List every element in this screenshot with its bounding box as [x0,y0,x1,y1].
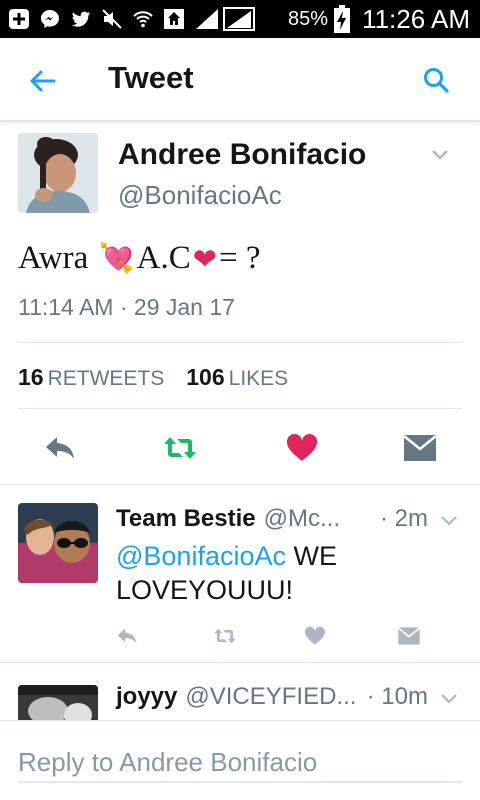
reply-time: · 2m [380,505,428,532]
author-avatar[interactable] [18,133,98,213]
clock: 11:26 AM [362,3,470,34]
retweet-button[interactable] [162,430,198,466]
twitter-icon [70,8,92,30]
tweet-menu-button[interactable] [430,144,450,164]
chevron-down-icon [441,516,457,526]
author-handle[interactable]: @BonifacioAc [118,180,282,211]
back-arrow-icon [30,70,56,92]
reply-like-button[interactable] [302,623,328,649]
reply-composer [0,720,480,800]
reply-dm-button[interactable] [396,623,422,649]
reply-avatar[interactable] [18,503,98,583]
reply-author-handle[interactable]: @VICEYFIED... [185,683,356,711]
status-bar-notification-icons [8,6,256,32]
avatar-image [18,503,98,583]
retweet-label: RETWEETS [47,367,165,390]
reply-time: · 10m [366,683,428,710]
tweet-text-part: A.C [136,240,191,276]
envelope-icon [403,435,437,461]
retweet-count: 16 [18,364,44,390]
status-bar: 85% 11:26 AM [0,0,480,38]
tweet-actions [0,426,480,470]
back-button[interactable] [26,66,58,96]
tweet-timestamp: 11:14 AM · 29 Jan 17 [18,294,235,320]
app-bar: Tweet [0,38,480,122]
add-icon [8,8,30,30]
retweet-icon [214,628,236,644]
tweet-text-part: = ? [219,240,261,276]
mute-icon [101,8,123,30]
reply-header: joyyy @VICEYFIED... [116,683,356,711]
author-name[interactable]: Andree Bonifacio [118,138,366,172]
retweet-icon [164,437,196,459]
reply-avatar[interactable] [18,685,98,720]
reply-text: @BonifacioAc WE LOVEYOUUU! [116,539,416,607]
tweet-stats: 16 RETWEETS 106 LIKES [18,364,288,391]
page-title: Tweet [108,60,194,95]
like-button[interactable] [284,430,320,466]
reply-menu-button[interactable] [440,689,458,707]
battery-percent: 85% [288,7,329,30]
reply-author-handle[interactable]: @Mc... [264,505,340,533]
chevron-down-icon [441,694,457,704]
like-label: LIKES [228,367,289,390]
reply-button[interactable] [42,430,78,466]
avatar-image [18,133,98,213]
main-tweet: Andree Bonifacio @BonifacioAc Awra 💘 A.C… [0,124,480,484]
search-button[interactable] [420,64,452,96]
status-bar-system: 85% 11:26 AM [288,4,470,34]
messenger-icon [39,8,61,30]
reply-header: Team Bestie @Mc... [116,505,340,533]
battery-charging-icon [334,5,351,33]
likes-stat[interactable]: 106 LIKES [186,364,288,391]
reply-tweet[interactable]: joyyy @VICEYFIED... · 10m [0,662,480,720]
chevron-down-icon [432,150,448,160]
reply-reply-button[interactable] [114,623,140,649]
heart-icon [304,626,326,645]
heart-arrow-emoji: 💘 [98,241,135,275]
reply-author-name[interactable]: Team Bestie [116,505,256,533]
signal-icon [194,7,256,31]
tweet-text-part: Awra [18,240,97,276]
reply-tweet[interactable]: Team Bestie @Mc... · 2m @BonifacioAc WE … [0,484,480,662]
like-count: 106 [186,364,225,390]
home-icon [163,8,185,30]
retweets-stat[interactable]: 16 RETWEETS [18,364,164,391]
search-icon [424,68,449,93]
reply-retweet-button[interactable] [212,623,238,649]
reply-menu-button[interactable] [440,511,458,529]
avatar-image [18,685,98,720]
divider [18,408,462,409]
direct-message-button[interactable] [402,430,438,466]
reply-author-name[interactable]: joyyy [116,683,177,711]
envelope-icon [397,627,421,645]
wifi-icon [132,8,154,30]
red-heart-emoji: ❤ [192,241,218,276]
divider [18,342,462,343]
heart-filled-icon [286,433,318,461]
reply-input[interactable] [18,743,462,783]
reply-icon [117,628,137,644]
reply-icon [46,437,74,459]
tweet-text: Awra 💘 A.C ❤ = ? [18,240,261,277]
reply-mention-link[interactable]: @BonifacioAc [116,541,286,571]
